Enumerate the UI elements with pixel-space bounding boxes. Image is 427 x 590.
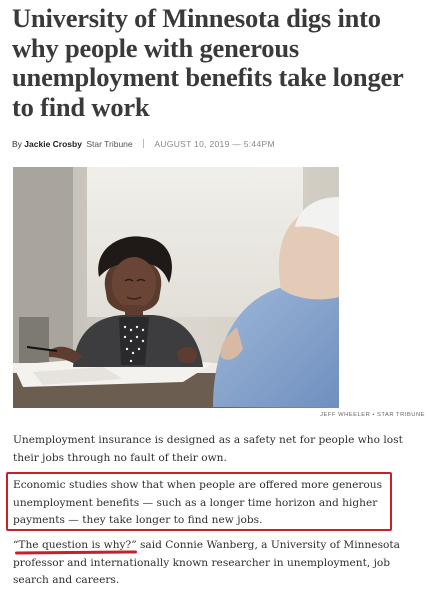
- byline-prefix: By: [12, 139, 22, 149]
- author-name[interactable]: Jackie Crosby: [24, 139, 82, 149]
- byline: By Jackie Crosby Star Tribune AUGUST 10,…: [12, 139, 420, 149]
- paragraph-2-highlighted: Economic studies show that when people a…: [13, 479, 383, 526]
- article-headline: University of Minnesota digs into why pe…: [12, 3, 404, 122]
- paragraph-1: Unemployment insurance is designed as a …: [13, 434, 403, 464]
- byline-divider: [143, 139, 145, 148]
- photo-illustration: [13, 167, 339, 408]
- outlet-name: Star Tribune: [86, 139, 133, 149]
- article-photo: [13, 167, 339, 408]
- paragraph-3: “The question is why?” said Connie Wanbe…: [13, 539, 400, 586]
- publish-date: AUGUST 10, 2019 — 5:44PM: [154, 139, 275, 149]
- photo-credit: JEFF WHEELER • STAR TRIBUNE: [320, 412, 425, 418]
